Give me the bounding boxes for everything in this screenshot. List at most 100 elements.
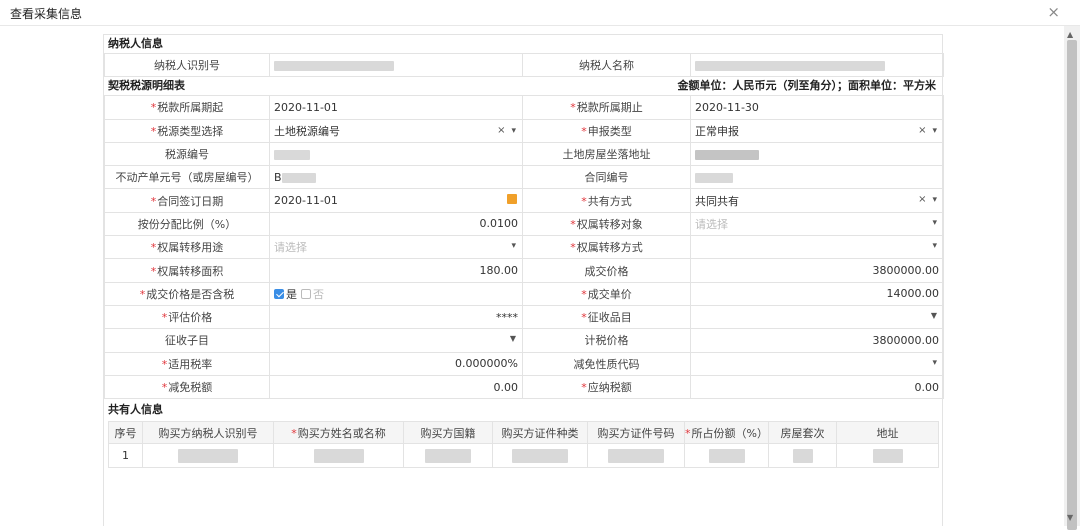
- field-value[interactable]: ▾: [690, 351, 944, 376]
- field-value[interactable]: 是否: [269, 281, 523, 306]
- field-value[interactable]: 正常申报 × ▾: [690, 118, 944, 143]
- section-title: 纳税人信息: [108, 37, 163, 50]
- field-value[interactable]: 共同共有 × ▾: [690, 188, 944, 213]
- coowner-cell: [403, 443, 493, 469]
- dialog-titlebar: 查看采集信息 ×: [0, 0, 1080, 26]
- field-value[interactable]: 请选择 ▾: [269, 235, 523, 260]
- field-label-text: 合同编号: [584, 171, 629, 185]
- chevron-down-icon[interactable]: ▾: [511, 241, 516, 251]
- field-value-text: 土地税源编号: [274, 124, 340, 138]
- required-mark: *: [161, 381, 168, 394]
- field-label: *成交单价: [522, 281, 691, 306]
- select-controls[interactable]: × ▾: [497, 125, 516, 136]
- field-label-text: 土地房屋坐落地址: [562, 148, 651, 162]
- checkbox-yes-label: 是: [286, 287, 297, 301]
- field-value[interactable]: 0.00: [690, 374, 944, 400]
- field-label: *成交价格是否含税: [104, 281, 270, 306]
- coowner-cell: [587, 443, 685, 469]
- vertical-scrollbar[interactable]: ▲ ▼: [1064, 26, 1080, 530]
- masked-value: [695, 149, 759, 160]
- field-label-text: 申报类型: [587, 124, 632, 138]
- chevron-down-icon[interactable]: ▾: [932, 126, 937, 136]
- close-icon[interactable]: ×: [1047, 3, 1060, 21]
- chevron-down-icon[interactable]: ▼: [931, 311, 937, 320]
- taxpayer-id-value: [269, 52, 523, 78]
- chevron-down-icon[interactable]: ▼: [510, 334, 516, 343]
- coowner-col-header: 购买方证件号码: [587, 421, 685, 445]
- chevron-down-icon[interactable]: ▾: [932, 195, 937, 205]
- masked-value: [872, 448, 903, 463]
- field-value[interactable]: 请选择 ▾: [690, 211, 944, 237]
- required-mark: *: [150, 101, 157, 115]
- field-value-text: 正常申报: [695, 124, 739, 138]
- field-value[interactable]: 0.0100: [269, 211, 523, 237]
- taxpayer-name-value: [690, 52, 944, 78]
- field-value[interactable]: 3800000.00: [690, 328, 944, 353]
- field-label: *权属转移面积: [104, 258, 270, 283]
- field-value[interactable]: [690, 165, 944, 190]
- field-value[interactable]: B: [269, 165, 523, 190]
- required-mark: *: [570, 101, 576, 115]
- scroll-up-icon[interactable]: ▲: [1067, 30, 1073, 39]
- required-mark: *: [161, 311, 168, 325]
- field-label: *税款所属期止: [522, 95, 691, 120]
- select-controls[interactable]: × ▾: [918, 194, 937, 205]
- chevron-down-icon[interactable]: ▾: [932, 218, 937, 228]
- coowner-cell: [836, 443, 939, 469]
- calendar-icon[interactable]: [507, 194, 517, 205]
- field-label-text: 不动产单元号（或房屋编号）: [115, 171, 259, 185]
- chevron-down-icon[interactable]: ▾: [932, 358, 937, 368]
- coowner-col-header: *购买方姓名或名称: [273, 421, 404, 445]
- header-text: 购买方纳税人识别号: [158, 426, 258, 440]
- field-value[interactable]: 2020-11-01: [269, 188, 523, 213]
- required-mark: *: [570, 217, 576, 231]
- field-value[interactable]: 0.000000%: [269, 351, 523, 376]
- chevron-down-icon[interactable]: ▾: [932, 241, 937, 251]
- field-value[interactable]: ▼: [269, 328, 523, 353]
- detail-row: *成交价格是否含税是否 *成交单价 14000.00: [104, 281, 944, 306]
- field-value[interactable]: 180.00: [269, 258, 523, 283]
- clear-icon[interactable]: ×: [497, 125, 505, 136]
- field-label: 计税价格: [522, 328, 691, 353]
- detail-row: 征收子目 ▼ 计税价格 3800000.00: [104, 328, 944, 353]
- coowner-cell: [273, 443, 404, 469]
- required-mark: *: [150, 124, 157, 138]
- detail-row: 税源编号 土地房屋坐落地址: [104, 141, 944, 167]
- select-controls[interactable]: × ▾: [918, 125, 937, 136]
- scrollbar-thumb[interactable]: [1067, 40, 1077, 530]
- field-label-text: 权属转移用途: [157, 241, 224, 255]
- field-label: *应纳税额: [522, 374, 691, 400]
- field-value[interactable]: 0.00: [269, 374, 523, 400]
- field-value-text: 0.00: [493, 380, 519, 394]
- scroll-down-icon[interactable]: ▼: [1067, 513, 1073, 522]
- field-value[interactable]: 14000.00: [690, 281, 944, 306]
- checkbox-no[interactable]: [301, 288, 311, 299]
- masked-value: [695, 172, 733, 183]
- field-value[interactable]: 2020-11-01: [269, 95, 523, 120]
- required-mark: *: [150, 194, 157, 208]
- field-value[interactable]: 2020-11-30: [690, 95, 944, 120]
- required-mark: *: [685, 426, 691, 440]
- field-value[interactable]: ▼: [690, 304, 944, 330]
- detail-row: *适用税率 0.000000% 减免性质代码 ▾: [104, 351, 944, 376]
- coowner-row[interactable]: 1: [108, 443, 939, 469]
- checkbox-yes[interactable]: [274, 288, 284, 299]
- clear-icon[interactable]: ×: [918, 125, 926, 136]
- coowner-cell: 1: [108, 443, 143, 469]
- field-value[interactable]: ▾: [690, 235, 944, 260]
- field-value[interactable]: [269, 141, 523, 167]
- clear-icon[interactable]: ×: [918, 194, 926, 205]
- field-value-text: 请选择: [274, 241, 307, 255]
- masked-value: [512, 448, 568, 463]
- detail-row: 不动产单元号（或房屋编号） B 合同编号: [104, 165, 944, 190]
- field-value[interactable]: ****: [269, 304, 523, 330]
- chevron-down-icon[interactable]: ▾: [511, 126, 516, 136]
- field-value[interactable]: 3800000.00: [690, 258, 944, 283]
- field-value[interactable]: [690, 141, 944, 167]
- coowner-cell: [684, 443, 769, 469]
- field-value[interactable]: 土地税源编号 × ▾: [269, 118, 523, 143]
- field-label: 征收子目: [104, 328, 270, 353]
- field-value-text: ****: [496, 310, 518, 324]
- taxpayer-id-label: 纳税人识别号: [104, 52, 270, 78]
- field-label: 合同编号: [522, 165, 691, 190]
